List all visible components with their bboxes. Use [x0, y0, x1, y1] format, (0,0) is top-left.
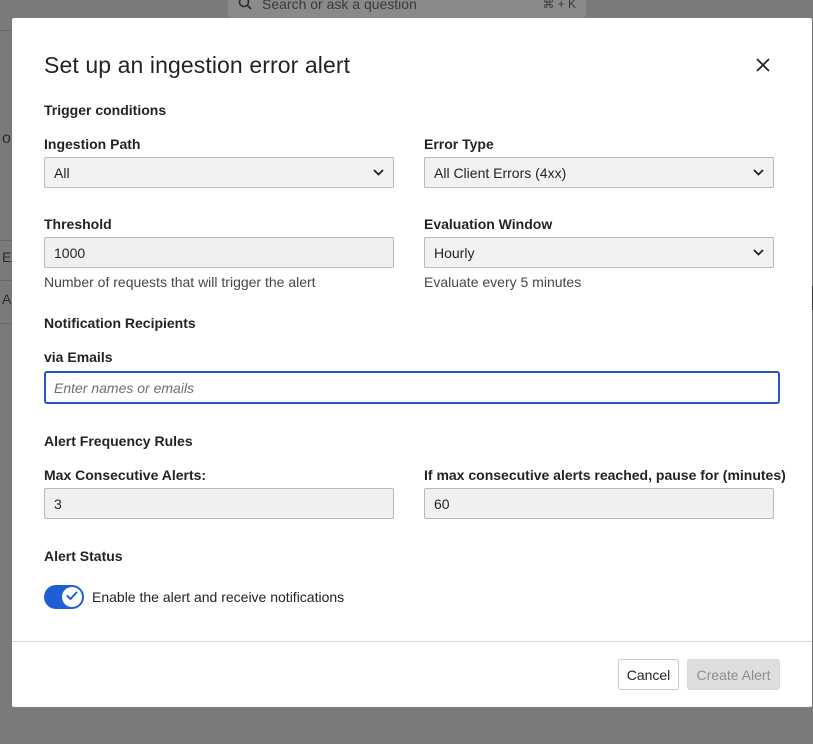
enable-alert-toggle[interactable] — [44, 585, 84, 609]
max-consecutive-alerts-value: 3 — [54, 495, 62, 512]
evaluation-window-label: Evaluation Window — [424, 216, 553, 232]
background-divider — [0, 323, 12, 324]
chevron-down-icon — [753, 169, 764, 176]
background-text-fragment: A — [2, 291, 12, 307]
threshold-label: Threshold — [44, 216, 112, 232]
pause-minutes-label: If max consecutive alerts reached, pause… — [424, 467, 786, 483]
ingestion-path-select[interactable]: All — [44, 157, 394, 188]
search-icon — [238, 0, 252, 13]
ingestion-path-label: Ingestion Path — [44, 136, 141, 152]
threshold-input[interactable]: 1000 — [44, 237, 394, 268]
background-search-bar: Search or ask a question ⌘ + K — [228, 0, 586, 18]
max-consecutive-alerts-input[interactable]: 3 — [44, 488, 394, 519]
trigger-conditions-heading: Trigger conditions — [44, 102, 167, 118]
modal-title: Set up an ingestion error alert — [44, 52, 351, 78]
threshold-help-text: Number of requests that will trigger the… — [44, 274, 316, 290]
pause-minutes-input[interactable]: 60 — [424, 488, 774, 519]
notification-recipients-heading: Notification Recipients — [44, 315, 196, 331]
chevron-down-icon — [373, 169, 384, 176]
background-divider — [0, 240, 12, 241]
evaluation-window-help-text: Evaluate every 5 minutes — [424, 274, 582, 290]
evaluation-window-select[interactable]: Hourly — [424, 237, 774, 268]
chevron-down-icon — [753, 249, 764, 256]
alert-modal: Set up an ingestion error alert Trigger … — [12, 18, 812, 707]
ingestion-path-value: All — [54, 164, 70, 181]
max-consecutive-alerts-label: Max Consecutive Alerts: — [44, 467, 207, 483]
background-text-fragment: E — [2, 249, 12, 265]
evaluation-window-value: Hourly — [434, 244, 475, 261]
error-type-value: All Client Errors (4xx) — [434, 164, 567, 181]
via-emails-label: via Emails — [44, 349, 113, 365]
error-type-select[interactable]: All Client Errors (4xx) — [424, 157, 774, 188]
close-button[interactable] — [752, 56, 774, 78]
error-type-label: Error Type — [424, 136, 494, 152]
create-alert-button[interactable]: Create Alert — [687, 659, 780, 690]
alert-status-heading: Alert Status — [44, 548, 123, 564]
alert-frequency-rules-heading: Alert Frequency Rules — [44, 433, 193, 449]
check-icon — [66, 588, 78, 606]
email-recipients-placeholder: Enter names or emails — [54, 379, 195, 396]
background-search-shortcut: ⌘ + K — [542, 0, 576, 11]
footer-divider — [12, 641, 812, 642]
toggle-knob — [62, 587, 82, 607]
email-recipients-input[interactable]: Enter names or emails — [44, 371, 780, 404]
cancel-button[interactable]: Cancel — [618, 659, 679, 690]
background-divider — [0, 30, 12, 31]
pause-minutes-value: 60 — [434, 495, 450, 512]
background-divider — [0, 280, 12, 281]
close-icon — [756, 57, 770, 77]
background-search-placeholder: Search or ask a question — [262, 0, 417, 12]
threshold-value: 1000 — [54, 244, 86, 261]
enable-alert-label: Enable the alert and receive notificatio… — [92, 589, 345, 605]
